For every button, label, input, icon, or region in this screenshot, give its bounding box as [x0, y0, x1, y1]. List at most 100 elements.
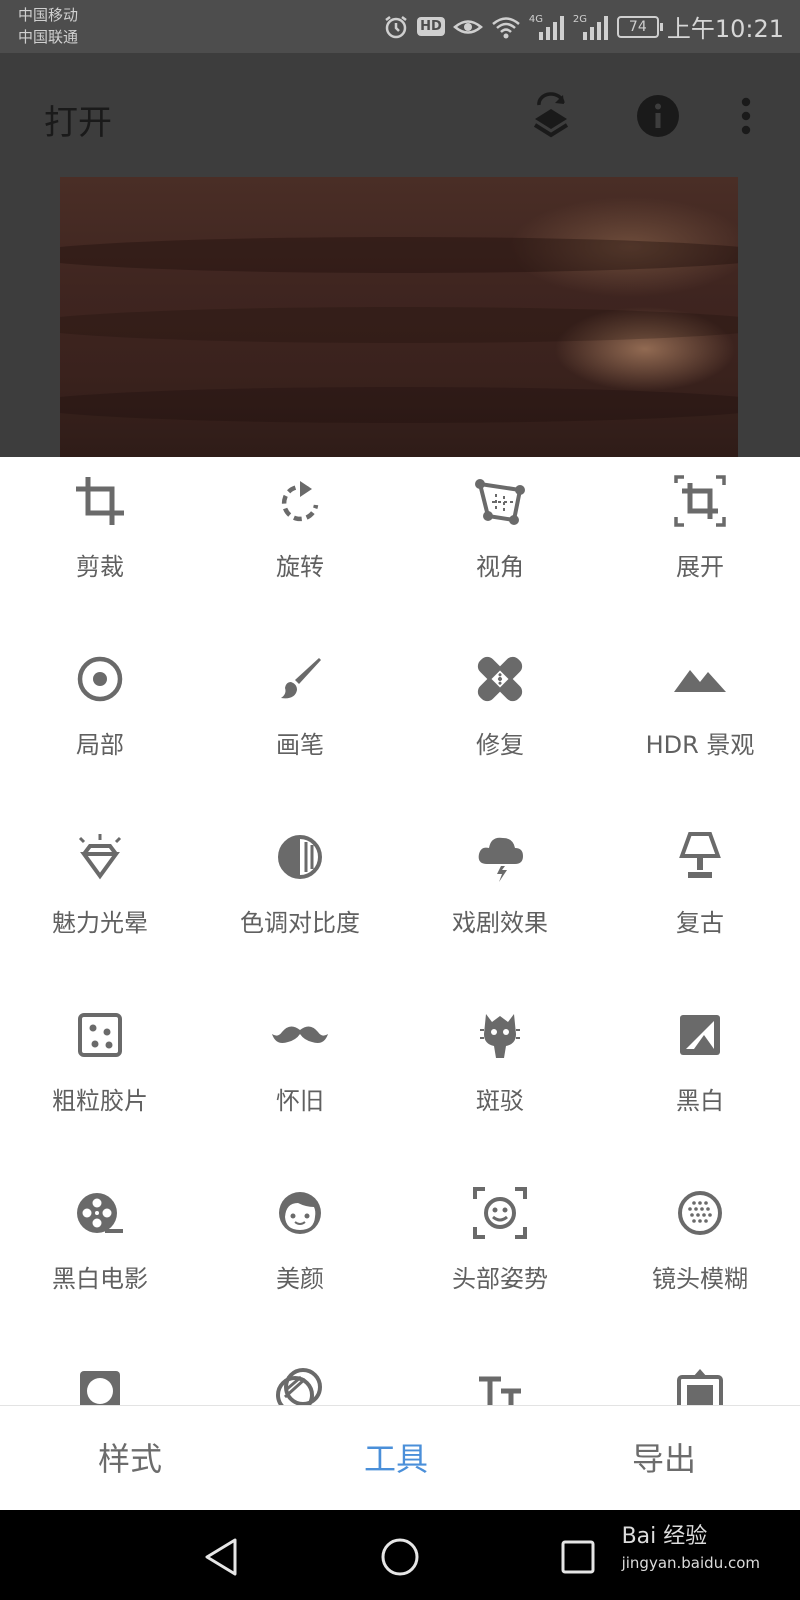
alarm-icon	[385, 15, 407, 38]
tool-perspective[interactable]: 视角	[400, 457, 600, 607]
tool-label: 魅力光晕	[52, 909, 148, 937]
carrier-2: 中国联通	[18, 28, 79, 46]
vintage-lamp-icon	[672, 829, 728, 885]
tool-tonal-contrast[interactable]: 色调对比度	[200, 813, 400, 963]
tool-lens-blur[interactable]: 镜头模糊	[600, 1169, 800, 1319]
recents-square-icon	[561, 1540, 595, 1574]
rotate-icon	[272, 473, 328, 529]
film-reel-icon	[72, 1185, 128, 1241]
bottom-tab-bar: 样式 工具 导出	[0, 1405, 800, 1511]
healing-icon	[472, 651, 528, 707]
grunge-icon	[472, 1007, 528, 1063]
tools-sheet: 剪裁 旋转 视角 展开 局部 画笔 修复 HDR 景观 魅力光晕 色调对比度 戏…	[0, 457, 800, 1405]
layers-refresh-icon	[533, 92, 569, 138]
text-icon	[472, 1363, 528, 1405]
tool-brush[interactable]: 画笔	[200, 635, 400, 785]
grainy-film-icon	[72, 1007, 128, 1063]
tool-drama[interactable]: 戏剧效果	[400, 813, 600, 963]
tool-text[interactable]	[400, 1347, 600, 1405]
tool-label: 怀旧	[276, 1087, 324, 1115]
app-bar: 打开	[0, 53, 800, 173]
tool-label: 黑白	[676, 1087, 724, 1115]
tool-crop[interactable]: 剪裁	[0, 457, 200, 607]
glamour-glow-icon	[72, 829, 128, 885]
crop-icon	[72, 473, 128, 529]
mustache-icon	[272, 1007, 328, 1063]
tool-label: 复古	[676, 909, 724, 937]
tool-label: 头部姿势	[452, 1265, 548, 1293]
tool-label: 画笔	[276, 731, 324, 759]
photo-cloud-band	[60, 387, 738, 423]
expand-icon	[672, 473, 728, 529]
tool-noir[interactable]: 黑白电影	[0, 1169, 200, 1319]
baidu-watermark: Bai 经验 jingyan.baidu.com	[622, 1524, 760, 1576]
open-button[interactable]: 打开	[44, 95, 112, 144]
watermark-url: jingyan.baidu.com	[621, 1554, 760, 1572]
tool-label: 戏剧效果	[452, 909, 548, 937]
layers-refresh-button[interactable]	[526, 91, 576, 141]
tool-retrolux[interactable]: 怀旧	[200, 991, 400, 1141]
eye-icon	[452, 19, 483, 34]
tool-label: 美颜	[276, 1265, 324, 1293]
carrier-1: 中国移动	[18, 6, 79, 24]
more-vert-icon	[741, 97, 751, 135]
tool-label: 局部	[76, 731, 124, 759]
tonal-contrast-icon	[272, 829, 328, 885]
signal-4g: 4G	[529, 14, 565, 40]
double-exposure-icon	[272, 1363, 328, 1405]
tool-label: 斑驳	[476, 1087, 524, 1115]
photo-cloud-band	[60, 237, 738, 273]
tool-label: 粗粒胶片	[52, 1087, 148, 1115]
tool-frames[interactable]	[600, 1347, 800, 1405]
tool-portrait[interactable]: 美颜	[200, 1169, 400, 1319]
back-triangle-icon	[205, 1538, 237, 1576]
status-icons: HD 4G 2G 74 上午10:21	[383, 0, 784, 53]
tool-label: 旋转	[276, 553, 324, 581]
wifi-icon	[492, 16, 520, 38]
status-bar: 中国移动 中国联通 HD 4G 2G 74 上午10:21	[0, 0, 800, 53]
black-white-icon	[672, 1007, 728, 1063]
nav-back-button[interactable]	[196, 1532, 246, 1582]
tool-selective[interactable]: 局部	[0, 635, 200, 785]
photo-cloud-band	[60, 307, 738, 343]
tool-label: HDR 景观	[645, 731, 755, 759]
vignette-icon	[72, 1363, 128, 1405]
info-icon	[637, 95, 679, 137]
tool-glamour-glow[interactable]: 魅力光晕	[0, 813, 200, 963]
watermark-brand: Bai 经验	[621, 1524, 708, 1549]
lens-blur-icon	[672, 1185, 728, 1241]
system-nav-bar: Bai 经验 jingyan.baidu.com	[0, 1510, 800, 1600]
nav-recents-button[interactable]	[553, 1532, 603, 1582]
tool-label: 剪裁	[76, 553, 124, 581]
tab-styles[interactable]: 样式	[98, 1434, 162, 1480]
battery-indicator: 74	[616, 15, 663, 38]
tool-grainy-film[interactable]: 粗粒胶片	[0, 991, 200, 1141]
hd-icon: HD	[417, 17, 445, 36]
drama-icon	[472, 829, 528, 885]
tool-double-exposure[interactable]	[200, 1347, 400, 1405]
more-options-button[interactable]	[726, 91, 766, 141]
tab-export[interactable]: 导出	[632, 1434, 696, 1480]
tool-head-pose[interactable]: 头部姿势	[400, 1169, 600, 1319]
signal-bars-icon	[582, 15, 608, 40]
tool-label: 展开	[676, 553, 724, 581]
tool-rotate[interactable]: 旋转	[200, 457, 400, 607]
hdr-landscape-icon	[672, 651, 728, 707]
tool-vignette[interactable]	[0, 1347, 200, 1405]
tool-expand[interactable]: 展开	[600, 457, 800, 607]
tool-black-white[interactable]: 黑白	[600, 991, 800, 1141]
head-pose-icon	[472, 1185, 528, 1241]
tool-hdr-landscape[interactable]: HDR 景观	[600, 635, 800, 785]
nav-home-button[interactable]	[375, 1532, 425, 1582]
info-button[interactable]	[633, 91, 683, 141]
photo-preview[interactable]	[60, 177, 738, 457]
tool-label: 镜头模糊	[652, 1265, 748, 1293]
brush-icon	[272, 651, 328, 707]
home-circle-icon	[381, 1538, 419, 1576]
tool-healing[interactable]: 修复	[400, 635, 600, 785]
tab-tools[interactable]: 工具	[364, 1434, 428, 1480]
clock: 上午10:21	[666, 15, 784, 43]
selective-icon	[72, 651, 128, 707]
tool-grunge[interactable]: 斑驳	[400, 991, 600, 1141]
tool-vintage[interactable]: 复古	[600, 813, 800, 963]
